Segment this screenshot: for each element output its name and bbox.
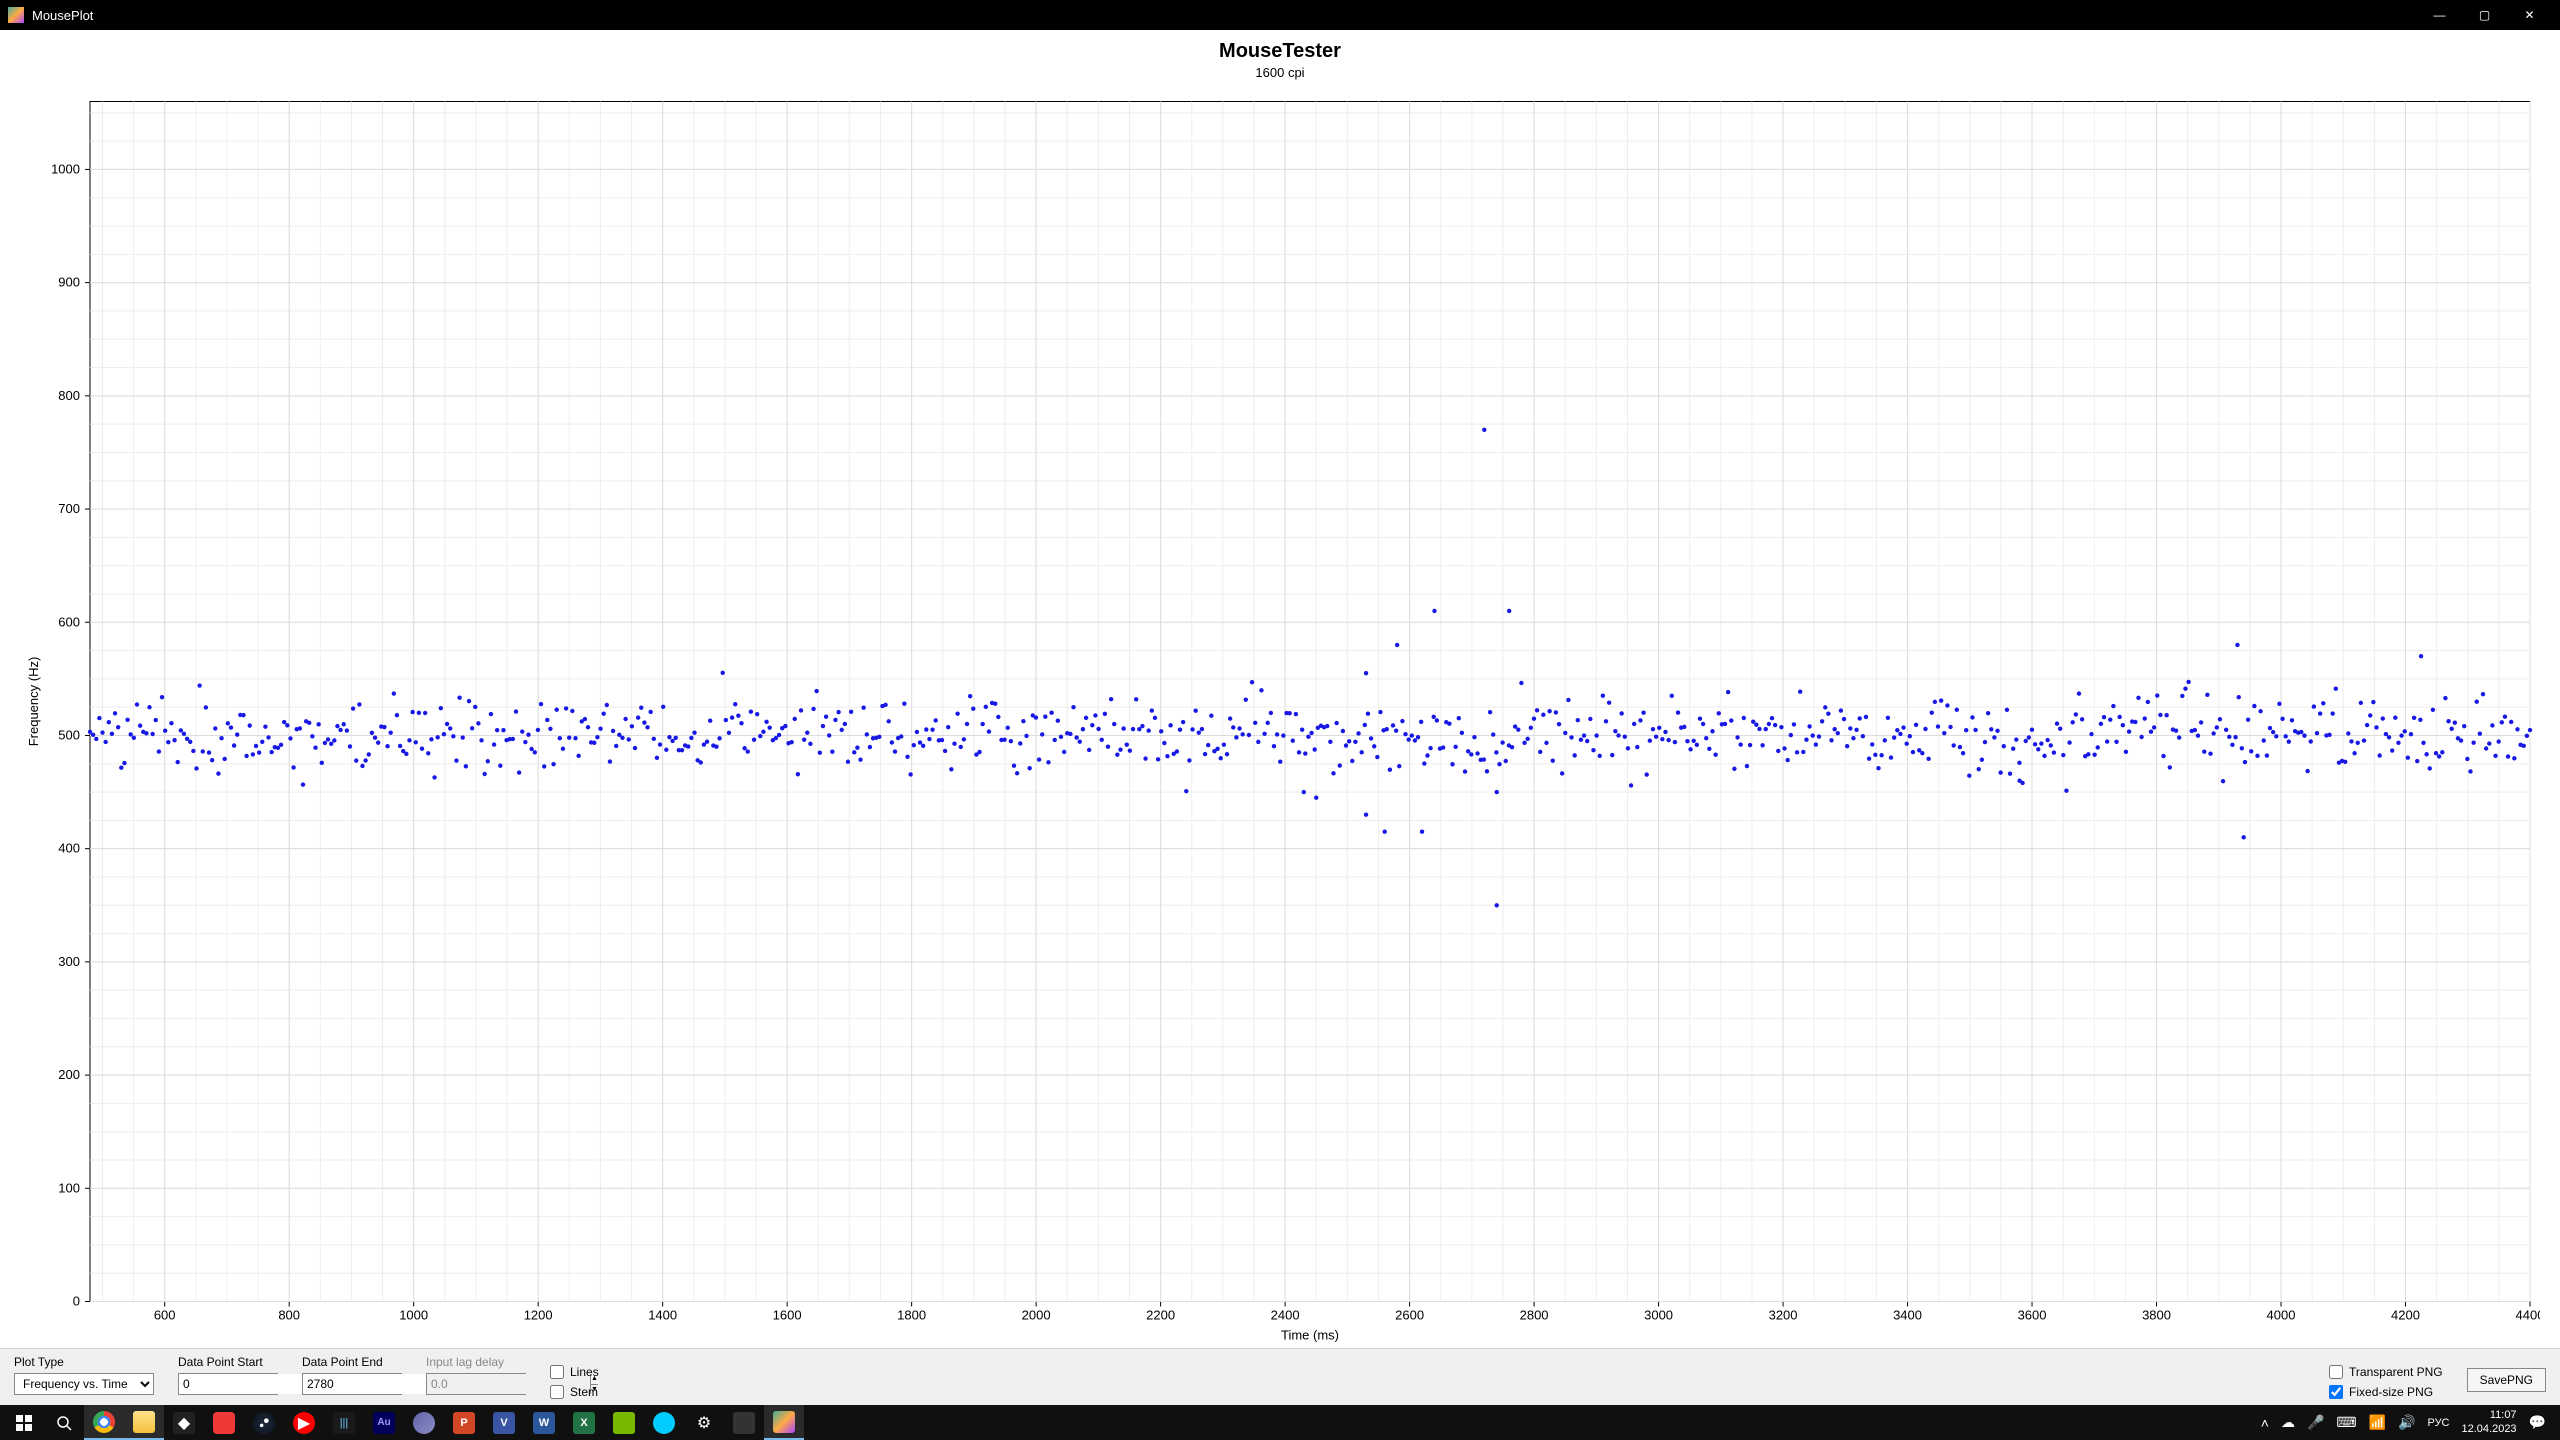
svg-text:400: 400 xyxy=(58,841,80,856)
taskbar-app-steam[interactable] xyxy=(244,1405,284,1440)
dp-end-stepper[interactable]: ▲▼ xyxy=(302,1373,402,1395)
tray-wifi-icon[interactable]: 📶 xyxy=(2369,1414,2386,1431)
system-tray: ˄ ☁ 🎤 ⌨ 📶 🔊 РУС 11:07 12.04.2023 💬 xyxy=(2251,1409,2556,1435)
tray-keyboard-icon[interactable]: ⌨ xyxy=(2336,1414,2356,1431)
lag-stepper: ▲▼ xyxy=(426,1373,526,1395)
svg-text:600: 600 xyxy=(58,614,80,629)
tray-mic-icon[interactable]: 🎤 xyxy=(2307,1414,2324,1431)
taskbar-app-copilot[interactable] xyxy=(404,1405,444,1440)
tray-notifications-icon[interactable]: 💬 xyxy=(2529,1414,2546,1431)
taskbar-app-3[interactable] xyxy=(644,1405,684,1440)
svg-text:500: 500 xyxy=(58,727,80,742)
transparent-png-checkbox[interactable]: Transparent PNG xyxy=(2329,1365,2443,1379)
taskbar-app-mouseplot[interactable] xyxy=(764,1405,804,1440)
lag-label: Input lag delay xyxy=(426,1355,526,1369)
svg-text:2200: 2200 xyxy=(1146,1308,1175,1323)
svg-text:4000: 4000 xyxy=(2267,1308,2296,1323)
fixed-size-png-checkbox[interactable]: Fixed-size PNG xyxy=(2329,1385,2443,1399)
svg-text:300: 300 xyxy=(58,954,80,969)
svg-text:700: 700 xyxy=(58,501,80,516)
scatter-plot: 6008001000120014001600180020002200240026… xyxy=(20,90,2540,1348)
tray-onedrive-icon[interactable]: ☁ xyxy=(2281,1414,2295,1431)
app-icon xyxy=(8,7,24,23)
svg-text:1200: 1200 xyxy=(524,1308,553,1323)
stem-checkbox[interactable]: Stem xyxy=(550,1385,599,1399)
taskbar-app-settings[interactable]: ⚙ xyxy=(684,1405,724,1440)
chart-subtitle: 1600 cpi xyxy=(0,65,2560,80)
tray-clock[interactable]: 11:07 12.04.2023 xyxy=(2462,1409,2517,1435)
svg-text:4200: 4200 xyxy=(2391,1308,2420,1323)
search-icon[interactable] xyxy=(44,1405,84,1440)
taskbar-app-explorer[interactable] xyxy=(124,1405,164,1440)
maximize-button[interactable]: ▢ xyxy=(2462,0,2507,30)
dp-start-stepper[interactable]: ▲▼ xyxy=(178,1373,278,1395)
taskbar-app-terminal[interactable] xyxy=(724,1405,764,1440)
svg-text:4400: 4400 xyxy=(2516,1308,2540,1323)
svg-text:600: 600 xyxy=(154,1308,176,1323)
controls-panel: Plot Type Frequency vs. Time Data Point … xyxy=(0,1348,2560,1405)
svg-text:800: 800 xyxy=(58,388,80,403)
svg-text:1600: 1600 xyxy=(773,1308,802,1323)
window-titlebar: MousePlot — ▢ ✕ xyxy=(0,0,2560,30)
app-body: MouseTester 1600 cpi 6008001000120014001… xyxy=(0,30,2560,1405)
dp-start-label: Data Point Start xyxy=(178,1355,278,1369)
tray-language[interactable]: РУС xyxy=(2427,1417,2449,1429)
taskbar-app-visio[interactable]: V xyxy=(484,1405,524,1440)
svg-text:100: 100 xyxy=(58,1180,80,1195)
chart-title: MouseTester xyxy=(0,40,2560,63)
svg-text:1400: 1400 xyxy=(648,1308,677,1323)
svg-text:800: 800 xyxy=(278,1308,300,1323)
save-png-button[interactable]: SavePNG xyxy=(2467,1368,2546,1392)
svg-text:900: 900 xyxy=(58,275,80,290)
svg-text:1000: 1000 xyxy=(399,1308,428,1323)
taskbar-app-word[interactable]: W xyxy=(524,1405,564,1440)
taskbar-app-powerpoint[interactable]: P xyxy=(444,1405,484,1440)
svg-text:2400: 2400 xyxy=(1271,1308,1300,1323)
tray-chevron-icon[interactable]: ˄ xyxy=(2261,1415,2269,1431)
svg-text:Time (ms): Time (ms) xyxy=(1281,1328,1339,1343)
dp-end-label: Data Point End xyxy=(302,1355,402,1369)
tray-sound-icon[interactable]: 🔊 xyxy=(2398,1414,2415,1431)
svg-text:2000: 2000 xyxy=(1022,1308,1051,1323)
svg-text:Frequency (Hz): Frequency (Hz) xyxy=(26,657,41,747)
taskbar-app-nvidia[interactable] xyxy=(604,1405,644,1440)
taskbar-app-vivaldi[interactable] xyxy=(204,1405,244,1440)
window-title: MousePlot xyxy=(32,8,2417,23)
start-button[interactable] xyxy=(4,1405,44,1440)
svg-text:1800: 1800 xyxy=(897,1308,926,1323)
svg-text:2800: 2800 xyxy=(1520,1308,1549,1323)
lines-checkbox[interactable]: Lines xyxy=(550,1365,599,1379)
taskbar-app-audition[interactable]: Au xyxy=(364,1405,404,1440)
svg-text:3000: 3000 xyxy=(1644,1308,1673,1323)
taskbar-app-excel[interactable]: X xyxy=(564,1405,604,1440)
taskbar-app-ytmusic[interactable]: ▶ xyxy=(284,1405,324,1440)
close-button[interactable]: ✕ xyxy=(2507,0,2552,30)
minimize-button[interactable]: — xyxy=(2417,0,2462,30)
taskbar-app-2[interactable]: ||| xyxy=(324,1405,364,1440)
taskbar-app-1[interactable]: ◆ xyxy=(164,1405,204,1440)
plot-area: 6008001000120014001600180020002200240026… xyxy=(20,90,2540,1348)
svg-text:1000: 1000 xyxy=(51,161,80,176)
svg-text:200: 200 xyxy=(58,1067,80,1082)
taskbar-app-chrome[interactable] xyxy=(84,1405,124,1440)
svg-text:3800: 3800 xyxy=(2142,1308,2171,1323)
svg-text:3400: 3400 xyxy=(1893,1308,1922,1323)
plot-type-select[interactable]: Frequency vs. Time xyxy=(14,1373,154,1395)
svg-text:3200: 3200 xyxy=(1769,1308,1798,1323)
plot-type-label: Plot Type xyxy=(14,1355,154,1369)
svg-text:0: 0 xyxy=(73,1294,80,1309)
svg-text:3600: 3600 xyxy=(2018,1308,2047,1323)
taskbar: ◆ ▶ ||| Au P V W X ⚙ ˄ ☁ 🎤 ⌨ 📶 🔊 РУС 11:… xyxy=(0,1405,2560,1440)
svg-text:2600: 2600 xyxy=(1395,1308,1424,1323)
